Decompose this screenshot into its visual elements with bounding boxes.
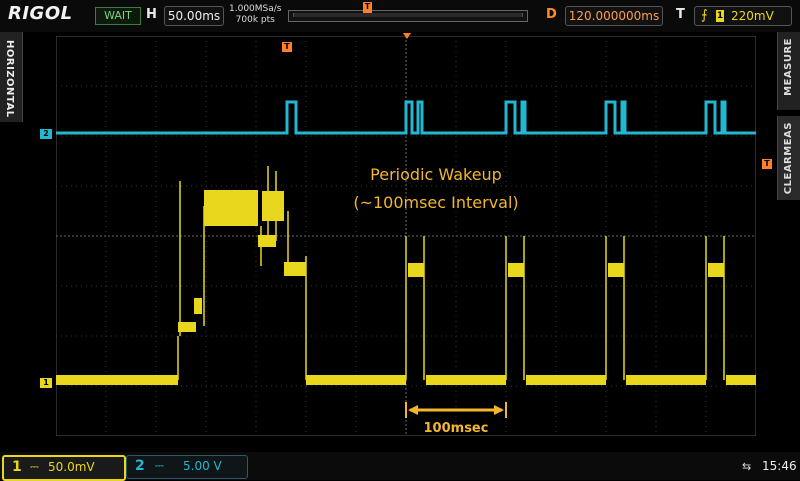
memory-window <box>293 13 523 17</box>
clock-time: 15:46 <box>762 459 797 473</box>
channel-2-offset-marker[interactable]: 2 <box>40 129 52 139</box>
trigger-level-icon[interactable]: T <box>762 159 772 169</box>
clear-meas-label: CLEARMEAS <box>783 122 794 195</box>
memory-position-bar[interactable] <box>288 10 528 22</box>
timebase-value[interactable]: 50.00ms <box>164 6 224 26</box>
dc-coupling-icon: ⎓ <box>30 460 39 473</box>
channel-1-segment <box>306 375 406 385</box>
horizontal-menu-label: HORIZONTAL <box>4 40 15 118</box>
channel-1-segment <box>262 191 284 221</box>
trigger-source-badge: 1 <box>716 10 724 22</box>
memory-depth: 700k pts <box>235 15 275 25</box>
channel-1-settings[interactable]: 1 ⎓ 50.0mV <box>2 455 126 481</box>
horizontal-label: H <box>146 7 157 22</box>
channel-1-number: 1 <box>12 459 22 475</box>
channel-1-segment <box>608 263 624 277</box>
channel-1-offset-marker[interactable]: 1 <box>40 378 52 388</box>
waveform-display[interactable]: Periodic Wakeup (~100msec Interval) 100m… <box>56 36 756 436</box>
channel-1-segment <box>426 375 506 385</box>
channel-1-segment <box>204 190 258 226</box>
rising-edge-icon: ⨍ <box>701 8 708 23</box>
trigger-center-icon <box>403 33 411 39</box>
rigol-logo: RIGOL <box>8 3 73 24</box>
channel-1-segment <box>56 375 178 385</box>
channel-2-scale: 5.00 V <box>183 459 222 473</box>
measure-menu-label: MEASURE <box>783 38 794 96</box>
sample-rate: 1.000MSa/s <box>229 4 282 14</box>
trigger-time-icon: T <box>282 42 292 52</box>
dc-coupling-icon: ⎓ <box>155 459 164 472</box>
delay-label: D <box>546 7 557 22</box>
run-state-badge[interactable]: WAIT <box>95 7 141 25</box>
top-status-bar: RIGOL WAIT H 50.00ms 1.000MSa/s 700k pts… <box>0 0 800 32</box>
channel-1-segment <box>194 298 202 314</box>
annotation-subtitle: (~100msec Interval) <box>353 193 518 212</box>
measure-menu-tab[interactable]: MEASURE <box>777 32 800 110</box>
trigger-position-icon: T <box>363 2 372 13</box>
channel-1-segment <box>626 375 706 385</box>
channel-1-segment <box>508 263 524 277</box>
trigger-level: 220mV <box>731 9 774 23</box>
channel-1-segment <box>726 375 756 385</box>
trigger-label: T <box>676 7 685 22</box>
oscilloscope-screen: RIGOL WAIT H 50.00ms 1.000MSa/s 700k pts… <box>0 0 800 481</box>
usb-icon: ⇆ <box>742 460 752 473</box>
interval-label: 100msec <box>424 421 489 436</box>
sample-rate-info: 1.000MSa/s 700k pts <box>229 4 281 26</box>
clear-meas-tab[interactable]: CLEARMEAS <box>777 116 800 200</box>
channel-1-segment <box>526 375 606 385</box>
annotation-title: Periodic Wakeup <box>370 165 502 184</box>
channel-status-bar: 1 ⎓ 50.0mV 2 ⎓ 5.00 V ⇆ 15:46 <box>0 452 800 481</box>
channel-2-number: 2 <box>135 458 145 474</box>
trigger-settings[interactable]: ⨍ 1 220mV <box>694 6 792 26</box>
channel-1-segment <box>408 263 424 277</box>
channel-1-segment <box>708 263 724 277</box>
channel-2-settings[interactable]: 2 ⎓ 5.00 V <box>126 455 248 479</box>
delay-value[interactable]: 120.000000ms <box>565 6 663 26</box>
channel-1-scale: 50.0mV <box>48 460 95 474</box>
horizontal-menu-tab[interactable]: HORIZONTAL <box>0 32 23 122</box>
